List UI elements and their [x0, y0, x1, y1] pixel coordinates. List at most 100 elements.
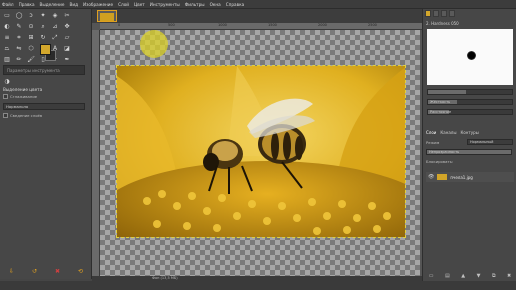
ellipse-select-icon[interactable]: ◯: [15, 12, 23, 20]
image-canvas[interactable]: [116, 65, 406, 238]
new-group-icon[interactable]: ▤: [445, 273, 450, 279]
layer-opacity-slider[interactable]: Непрозрачность: [426, 149, 512, 155]
menu-image[interactable]: Изображение: [83, 2, 113, 7]
eye-icon[interactable]: 👁: [428, 174, 434, 180]
brush-dock-tabs: [425, 10, 455, 17]
layer-name[interactable]: пчела1.jpg: [450, 175, 472, 180]
antialias-checkbox[interactable]: [3, 94, 8, 99]
zoom-icon[interactable]: ⌕: [39, 23, 47, 31]
tab-paths[interactable]: Контуры: [460, 130, 478, 135]
paths-icon[interactable]: ✎: [15, 23, 23, 31]
image-viewport[interactable]: [100, 30, 420, 276]
align-icon[interactable]: ≡: [3, 34, 11, 42]
fuzzy-select-icon[interactable]: ✦: [39, 12, 47, 20]
foreground-select-icon[interactable]: ◐: [3, 23, 11, 31]
foreground-color-swatch[interactable]: [40, 44, 51, 55]
right-dock: 2. Hardness 050 Жёсткость Расстояние Сло…: [422, 9, 516, 281]
mode-select[interactable]: Нормально: [3, 103, 85, 110]
color-select-icon[interactable]: ◈: [51, 12, 59, 20]
menu-file[interactable]: Файл: [2, 2, 14, 7]
option-antialias[interactable]: Сглаживание: [3, 94, 37, 99]
spacing-slider[interactable]: Расстояние: [427, 109, 513, 115]
fg-bg-color-swatches: [40, 44, 60, 62]
menu-layer[interactable]: Слой: [118, 2, 129, 7]
raise-layer-icon[interactable]: ▲: [461, 273, 465, 279]
patterns-tab[interactable]: [433, 10, 439, 17]
layers-footer: ▭ ▤ ▲ ▼ ⧉ ✖: [423, 271, 516, 281]
fonts-tab[interactable]: [441, 10, 447, 17]
unified-transform-icon[interactable]: ⊞: [27, 34, 35, 42]
toolbox-footer: ⇩ ↺ ✖ ⟲: [0, 264, 92, 279]
delete-options-icon[interactable]: ✖: [55, 268, 60, 275]
scissors-icon[interactable]: ✂: [63, 12, 71, 20]
layers-dock-tabs: Слои Каналы Контуры: [426, 130, 479, 135]
document-history-tab[interactable]: [449, 10, 455, 17]
ruler-tick-label: 0: [118, 23, 121, 27]
layer-thumbnail: [437, 174, 448, 180]
ruler-vertical: [92, 30, 100, 276]
image-tab-thumbnail: [100, 13, 114, 21]
layer-row[interactable]: 👁 пчела1.jpg: [426, 172, 514, 182]
cage-icon[interactable]: ⬡: [27, 45, 35, 53]
crop-icon[interactable]: ⌗: [15, 34, 23, 42]
move-icon[interactable]: ✥: [63, 23, 71, 31]
save-options-icon[interactable]: ⇩: [9, 268, 14, 275]
tool-options-title: Выделение цвета: [3, 87, 43, 92]
restore-options-icon[interactable]: ↺: [32, 268, 37, 275]
flip-icon[interactable]: ⇋: [15, 45, 23, 53]
measure-icon[interactable]: ⊿: [51, 23, 59, 31]
antialias-label: Сглаживание: [10, 94, 38, 99]
tab-channels[interactable]: Каналы: [440, 130, 456, 135]
option-sample-merged[interactable]: Сведение слоёв: [3, 113, 42, 118]
bottom-strip: [0, 281, 516, 290]
hardness-label: Жёсткость: [430, 100, 451, 104]
layer-mode-select[interactable]: Нормальный: [467, 139, 513, 145]
shear-icon[interactable]: ▱: [63, 34, 71, 42]
ruler-tick-label: 2000: [318, 23, 327, 27]
new-layer-icon[interactable]: ▭: [429, 273, 434, 279]
ruler-tick-label: 2500: [368, 23, 377, 27]
tool-options-search-input[interactable]: Параметры инструмента: [3, 65, 85, 75]
brush-shape-preview: [467, 51, 476, 60]
ink-icon[interactable]: ✒: [63, 56, 71, 64]
menu-windows[interactable]: Окна: [210, 2, 221, 7]
brush-preview[interactable]: [427, 29, 513, 85]
menu-view[interactable]: Вид: [69, 2, 78, 7]
pencil-icon[interactable]: ✏: [15, 56, 23, 64]
ruler-tick-label: 1500: [268, 23, 277, 27]
color-picker-icon[interactable]: ⊙: [27, 23, 35, 31]
spacing-label: Расстояние: [430, 110, 452, 114]
perspective-icon[interactable]: ⏢: [3, 45, 11, 53]
menu-bar: Файл Правка Выделение Вид Изображение Сл…: [0, 0, 516, 9]
blend-icon[interactable]: ▥: [3, 56, 11, 64]
dodge-burn-icon[interactable]: ◑: [3, 78, 11, 86]
layer-lock-label: Блокировать:: [426, 159, 454, 164]
menu-colors[interactable]: Цвет: [134, 2, 145, 7]
bucket-fill-icon[interactable]: ◪: [63, 45, 71, 53]
sample-merged-label: Сведение слоёв: [10, 113, 43, 118]
delete-layer-icon[interactable]: ✖: [507, 273, 511, 279]
image-tab-active[interactable]: [97, 10, 117, 22]
scale-icon[interactable]: ⤢: [51, 34, 59, 42]
brushes-tab[interactable]: [425, 10, 431, 17]
tab-layers[interactable]: Слои: [426, 130, 436, 135]
canvas-area: 0 500 1000 1500 2000 2500 Фон (13,5 МБ): [92, 9, 422, 281]
duplicate-layer-icon[interactable]: ⧉: [492, 273, 496, 279]
ruler-horizontal: 0 500 1000 1500 2000 2500: [100, 23, 422, 30]
menu-filters[interactable]: Фильтры: [185, 2, 205, 7]
brush-size-fill: [428, 90, 466, 94]
sample-merged-checkbox[interactable]: [3, 113, 8, 118]
paintbrush-icon[interactable]: 🖌: [27, 56, 35, 64]
menu-tools[interactable]: Инструменты: [150, 2, 180, 7]
reset-options-icon[interactable]: ⟲: [78, 268, 83, 275]
rotate-icon[interactable]: ↻: [39, 34, 47, 42]
rect-select-icon[interactable]: ▭: [3, 12, 11, 20]
layer-opacity-label: Непрозрачность: [429, 150, 460, 154]
menu-edit[interactable]: Правка: [19, 2, 35, 7]
menu-select[interactable]: Выделение: [40, 2, 65, 7]
lasso-icon[interactable]: ↄ: [27, 12, 35, 20]
hardness-slider[interactable]: Жёсткость: [427, 99, 513, 105]
menu-help[interactable]: Справка: [226, 2, 244, 7]
brush-size-slider[interactable]: [427, 89, 513, 95]
lower-layer-icon[interactable]: ▼: [477, 273, 481, 279]
